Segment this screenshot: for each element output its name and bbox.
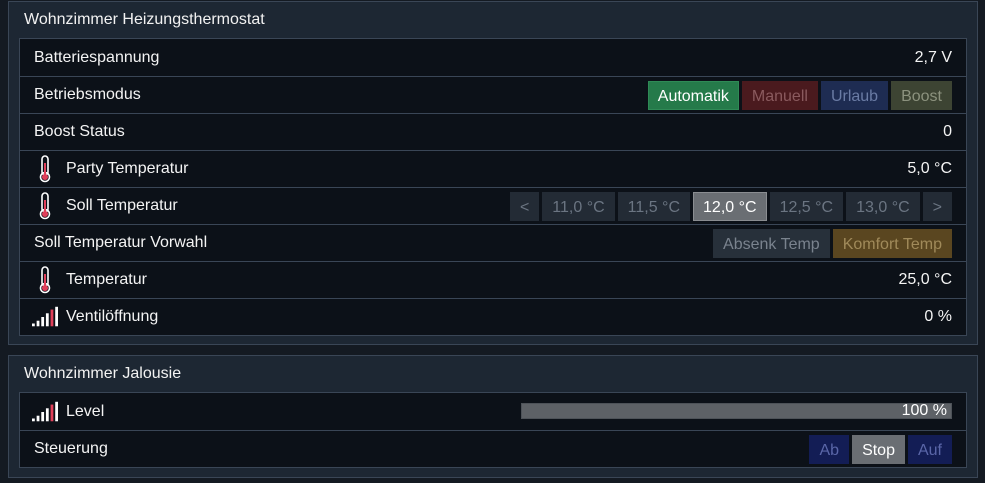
soll-option-selected-button[interactable]: 12,0 °C [693, 191, 767, 221]
row-soll-temperatur-vorwahl: Soll Temperatur Vorwahl Absenk Temp Komf… [20, 224, 966, 261]
row-betriebsmodus: Betriebsmodus Automatik Manuell Urlaub B… [20, 76, 966, 113]
row-level: Level 100 % [20, 393, 966, 430]
stop-button[interactable]: Stop [852, 434, 905, 464]
jalousie-table: Level 100 % Steuerung Ab Stop Auf [19, 392, 967, 468]
soll-temperatur-buttons: < 11,0 °C 11,5 °C 12,0 °C 12,5 °C 13,0 °… [509, 188, 952, 224]
automatik-button[interactable]: Automatik [647, 80, 739, 110]
level-value: 100 % [901, 402, 947, 419]
betriebsmodus-buttons: Automatik Manuell Urlaub Boost [647, 77, 952, 113]
level-progress-fill [522, 404, 951, 418]
label-betriebsmodus: Betriebsmodus [34, 86, 141, 103]
soll-option-button[interactable]: 11,0 °C [542, 191, 615, 221]
value-batteriespannung: 2,7 V [914, 48, 952, 66]
level-progress-bar[interactable]: 100 % [521, 402, 952, 419]
value-party-temperatur: 5,0 °C [907, 160, 952, 177]
thermometer-icon [32, 188, 58, 224]
steuerung-buttons: Ab Stop Auf [809, 431, 952, 467]
heizung-panel: Wohnzimmer Heizungsthermostat Batteriesp… [8, 1, 978, 345]
value-temperatur: 25,0 °C [898, 271, 952, 288]
row-boost-status: Boost Status 0 [20, 113, 966, 150]
urlaub-button[interactable]: Urlaub [820, 80, 889, 110]
row-batteriespannung: Batteriespannung 2,7 V [20, 39, 966, 76]
panel-title-jalousie: Wohnzimmer Jalousie [24, 365, 182, 382]
row-ventiloeffnung: Ventilöffnung 0 % [20, 298, 966, 335]
soll-option-button[interactable]: 12,5 °C [769, 191, 844, 221]
ab-button[interactable]: Ab [809, 434, 850, 464]
soll-option-button[interactable]: 11,5 °C [617, 191, 691, 221]
boost-button[interactable]: Boost [891, 80, 952, 110]
label-batteriespannung: Batteriespannung [34, 48, 160, 66]
row-soll-temperatur: Soll Temperatur < 11,0 °C 11,5 °C 12,0 °… [20, 187, 966, 224]
label-boost-status: Boost Status [34, 123, 125, 140]
soll-next-button[interactable]: > [922, 191, 952, 221]
jalousie-panel: Wohnzimmer Jalousie Level 100 % Steuerun… [8, 355, 978, 478]
row-temperatur: Temperatur 25,0 °C [20, 261, 966, 298]
value-ventiloeffnung: 0 % [924, 308, 952, 325]
label-steuerung: Steuerung [34, 440, 108, 457]
vorwahl-buttons: Absenk Temp Komfort Temp [713, 225, 952, 261]
label-soll-temperatur-vorwahl: Soll Temperatur Vorwahl [34, 234, 208, 251]
auf-button[interactable]: Auf [907, 434, 952, 464]
soll-option-button[interactable]: 13,0 °C [846, 191, 920, 221]
value-boost-status: 0 [943, 123, 952, 140]
manuell-button[interactable]: Manuell [741, 80, 818, 110]
absenk-temp-button[interactable]: Absenk Temp [713, 228, 830, 258]
signal-bars-icon [32, 299, 58, 335]
signal-bars-icon [32, 393, 58, 430]
soll-prev-button[interactable]: < [509, 191, 540, 221]
heizung-table: Batteriespannung 2,7 V Betriebsmodus Aut… [19, 38, 967, 336]
thermometer-icon [32, 262, 58, 298]
row-party-temperatur: Party Temperatur 5,0 °C [20, 150, 966, 187]
row-steuerung: Steuerung Ab Stop Auf [20, 430, 966, 467]
thermometer-icon [32, 151, 58, 187]
panel-title-heizung: Wohnzimmer Heizungsthermostat [24, 11, 265, 28]
komfort-temp-button[interactable]: Komfort Temp [832, 228, 952, 258]
